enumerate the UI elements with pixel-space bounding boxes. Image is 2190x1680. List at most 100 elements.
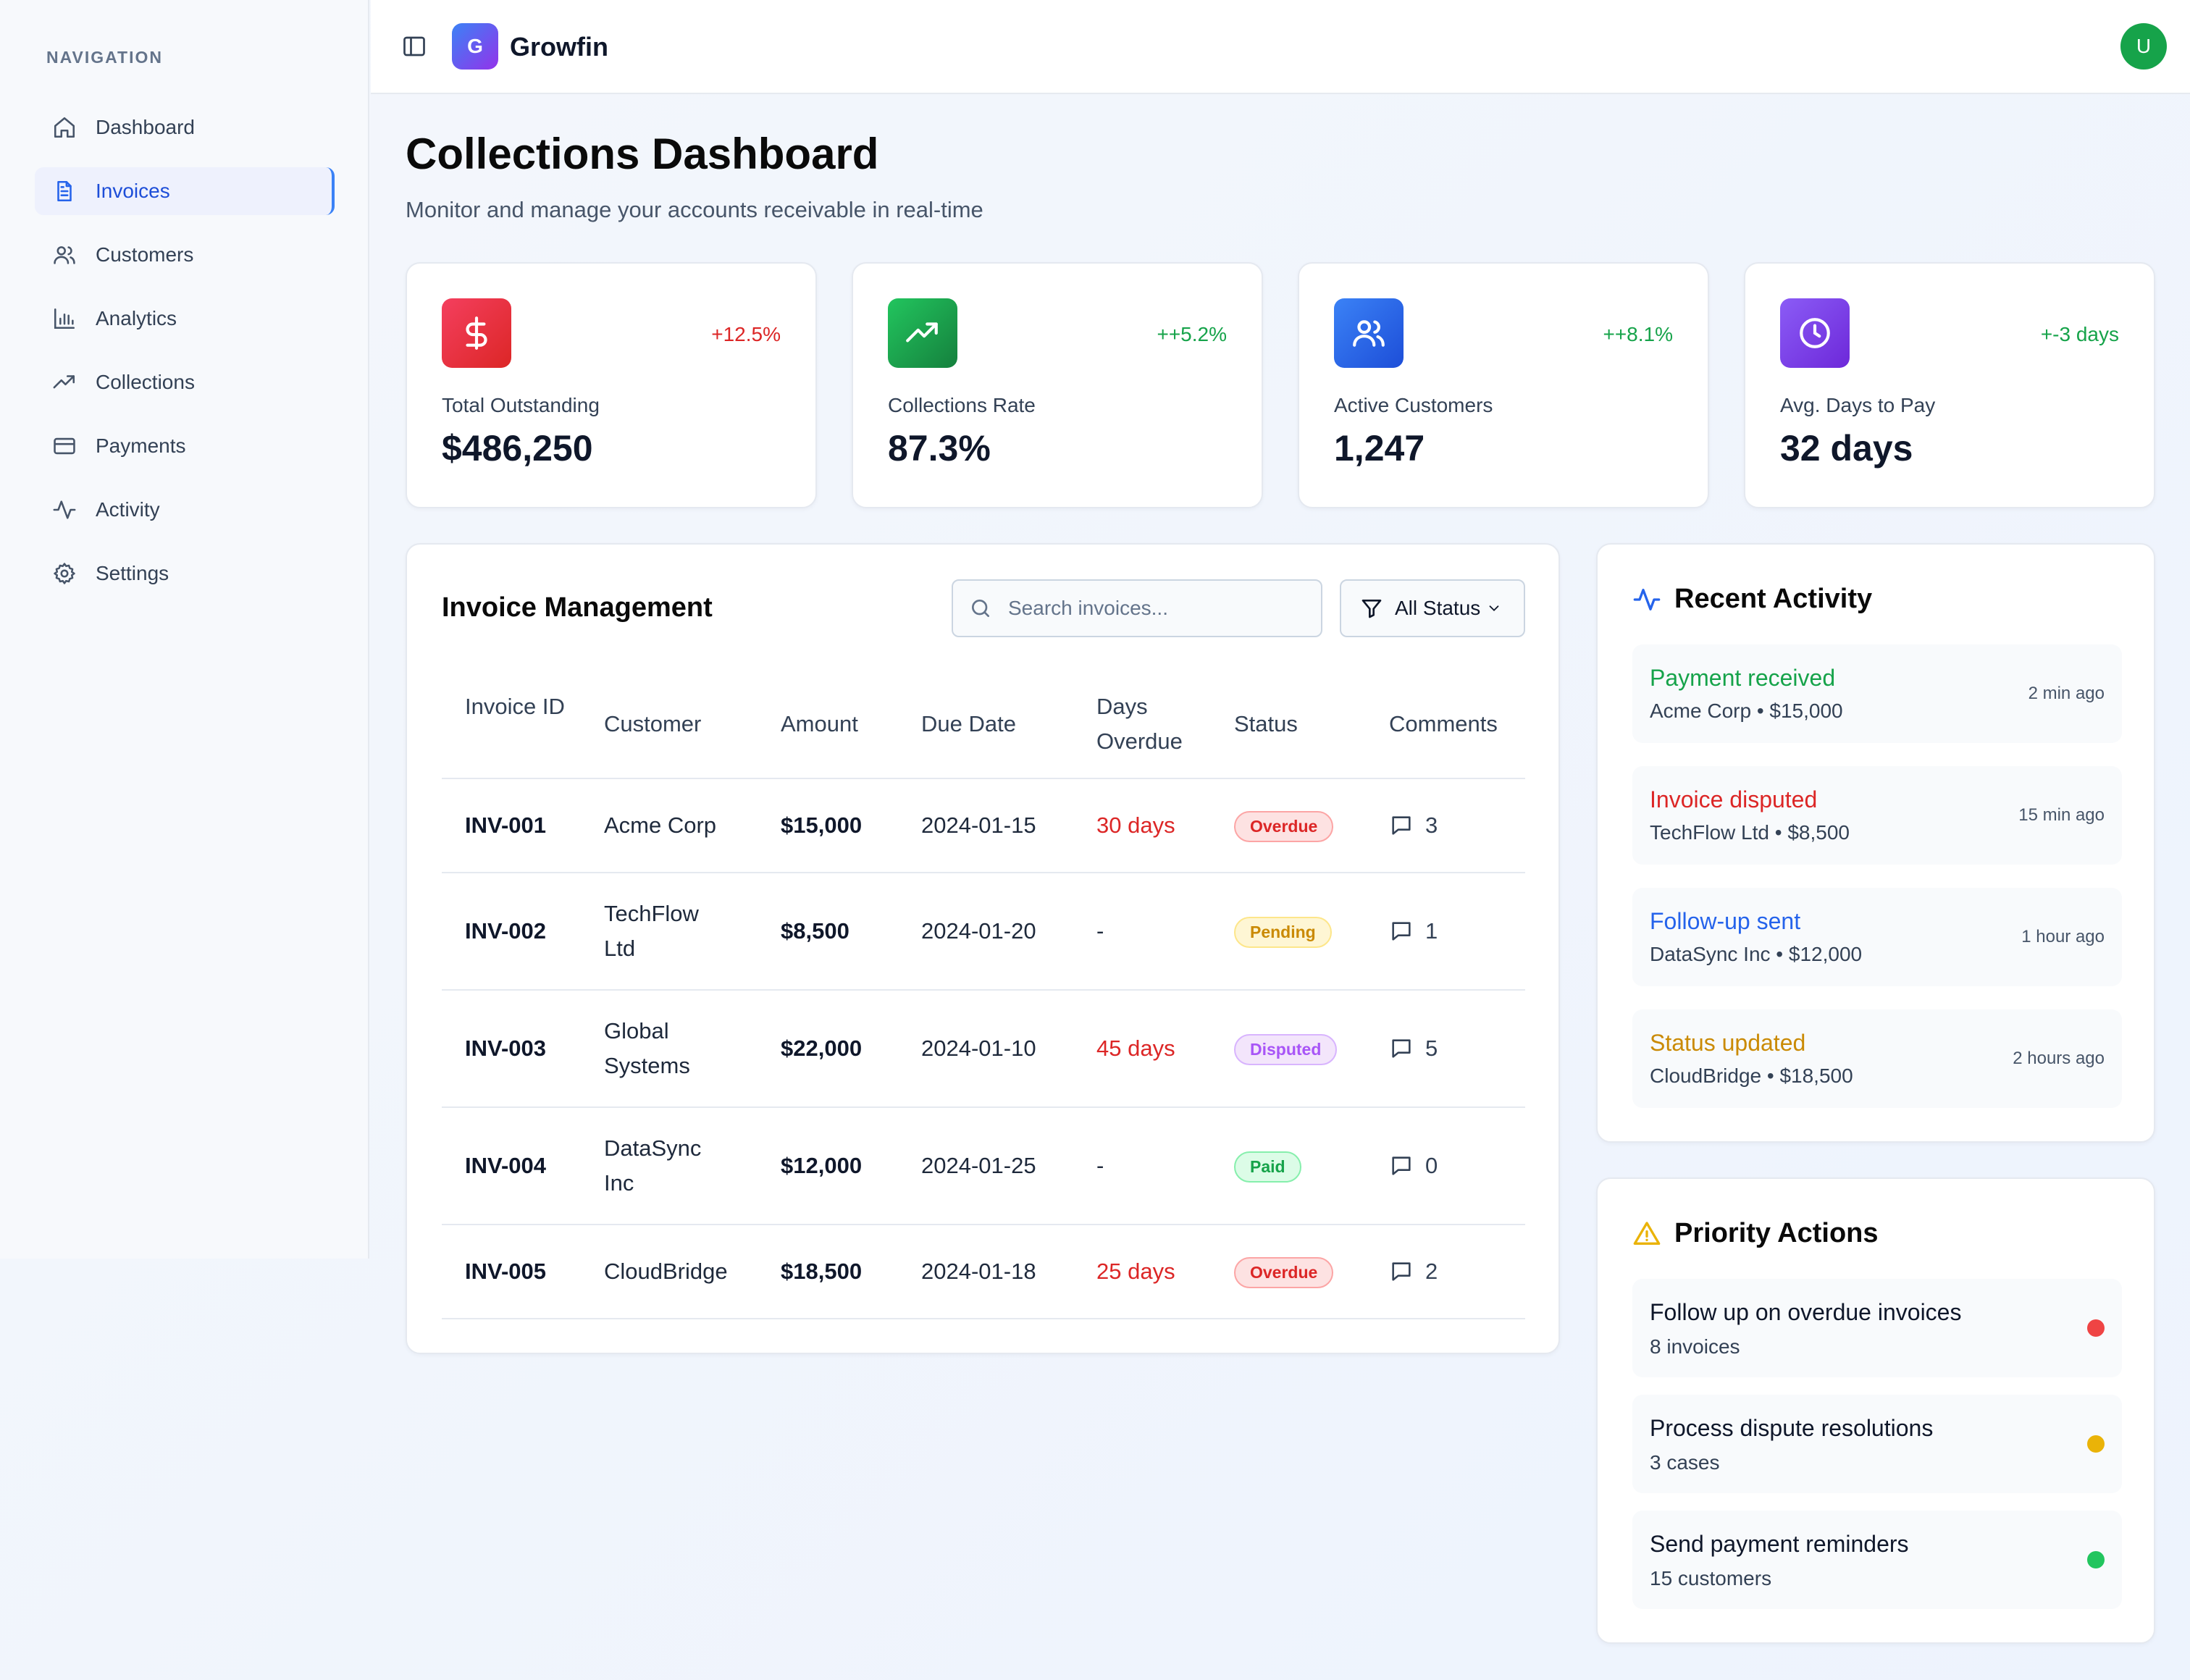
activity-time: 15 min ago xyxy=(2018,805,2105,825)
table-row[interactable]: INV-005 CloudBridge $18,500 2024-01-18 2… xyxy=(442,1225,1525,1318)
app-logo: G xyxy=(452,23,498,70)
sidebar: NAVIGATION Dashboard Invoices Customers … xyxy=(0,0,369,1259)
comment-count: 0 xyxy=(1425,1153,1438,1178)
stat-card-collections-rate: ++5.2% Collections Rate 87.3% xyxy=(852,262,1263,508)
activity-item[interactable]: Follow-up sent DataSync Inc • $12,000 1 … xyxy=(1632,888,2122,986)
priority-item[interactable]: Send payment reminders 15 customers xyxy=(1632,1511,2122,1609)
column-header-status[interactable]: Status xyxy=(1234,707,1298,742)
priority-label: Follow up on overdue invoices xyxy=(1650,1299,1962,1325)
table-row[interactable]: INV-001 Acme Corp $15,000 2024-01-15 30 … xyxy=(442,779,1525,872)
section-title-text: Recent Activity xyxy=(1674,584,1873,614)
section-title: Recent Activity xyxy=(1632,584,1872,615)
due-date: 2024-01-10 xyxy=(921,1036,1036,1061)
users-icon xyxy=(52,243,77,267)
trending-up-icon xyxy=(52,370,77,395)
column-header-due-date[interactable]: Due Date xyxy=(921,707,1016,742)
app-brand: Growfin xyxy=(510,32,608,62)
invoice-id: INV-003 xyxy=(465,1036,547,1061)
section-title: Invoice Management xyxy=(442,592,713,623)
sidebar-item-customers[interactable]: Customers xyxy=(35,231,335,279)
customer-name: DataSync Inc xyxy=(604,1135,702,1196)
sidebar-item-label: Invoices xyxy=(96,180,170,202)
column-header-comments[interactable]: Comments xyxy=(1389,707,1498,742)
activity-time: 2 min ago xyxy=(2028,684,2105,703)
comment-count: 2 xyxy=(1425,1259,1438,1284)
search-icon xyxy=(972,600,989,617)
sidebar-toggle-icon[interactable] xyxy=(401,33,427,59)
priority-item[interactable]: Follow up on overdue invoices 8 invoices xyxy=(1632,1279,2122,1377)
activity-item[interactable]: Invoice disputed TechFlow Ltd • $8,500 1… xyxy=(1632,766,2122,865)
column-header-invoice-id[interactable]: Invoice ID xyxy=(465,689,574,724)
activity-detail: DataSync Inc • $12,000 xyxy=(1650,943,1863,965)
filter-icon xyxy=(1360,597,1383,620)
activity-item[interactable]: Payment received Acme Corp • $15,000 2 m… xyxy=(1632,644,2122,743)
sidebar-item-settings[interactable]: Settings xyxy=(35,550,335,597)
sidebar-item-analytics[interactable]: Analytics xyxy=(35,295,335,343)
column-header-amount[interactable]: Amount xyxy=(781,707,858,742)
status-filter-dropdown[interactable]: All Status xyxy=(1340,579,1525,637)
due-date: 2024-01-15 xyxy=(921,812,1036,838)
stat-change: +-3 days xyxy=(2040,323,2119,345)
customer-name: TechFlow Ltd xyxy=(604,901,699,961)
activity-icon xyxy=(1633,588,1661,610)
table-row[interactable]: INV-003 Global Systems $22,000 2024-01-1… xyxy=(442,991,1525,1106)
activity-label: Follow-up sent xyxy=(1650,908,1801,934)
section-title: Priority Actions xyxy=(1632,1218,1879,1249)
due-date: 2024-01-25 xyxy=(921,1153,1036,1178)
due-date: 2024-01-18 xyxy=(921,1259,1036,1284)
activity-icon xyxy=(52,497,77,522)
file-text-icon xyxy=(52,179,77,203)
stat-label: Avg. Days to Pay xyxy=(1780,394,1936,416)
activity-label: Status updated xyxy=(1650,1030,1806,1056)
stat-value: $486,250 xyxy=(442,428,593,469)
sidebar-item-payments[interactable]: Payments xyxy=(35,422,335,470)
comments-button[interactable]: 5 xyxy=(1389,1031,1438,1066)
stat-card-total-outstanding: +12.5% Total Outstanding $486,250 xyxy=(406,262,817,508)
nav-heading: NAVIGATION xyxy=(46,48,163,67)
home-icon xyxy=(52,115,77,140)
table-row[interactable]: INV-002 TechFlow Ltd $8,500 2024-01-20 -… xyxy=(442,873,1525,989)
trending-up-icon xyxy=(888,298,957,368)
top-bar: G Growfin U xyxy=(371,0,2190,94)
priority-dot xyxy=(2087,1319,2105,1337)
sidebar-item-label: Payments xyxy=(96,434,186,457)
invoice-management-card: Invoice Management Search invoices... Al… xyxy=(406,543,1560,1354)
invoice-amount: $15,000 xyxy=(781,812,863,838)
status-badge: Disputed xyxy=(1234,1034,1338,1065)
table-row[interactable]: INV-004 DataSync Inc $12,000 2024-01-25 … xyxy=(442,1108,1525,1224)
comments-button[interactable]: 3 xyxy=(1389,808,1438,843)
stat-card-active-customers: ++8.1% Active Customers 1,247 xyxy=(1298,262,1709,508)
sidebar-item-dashboard[interactable]: Dashboard xyxy=(35,104,335,151)
stat-label: Total Outstanding xyxy=(442,394,600,416)
avatar[interactable]: U xyxy=(2120,23,2167,70)
comments-button[interactable]: 2 xyxy=(1389,1254,1438,1289)
sidebar-item-activity[interactable]: Activity xyxy=(35,486,335,534)
sidebar-item-collections[interactable]: Collections xyxy=(35,358,335,406)
comments-button[interactable]: 0 xyxy=(1389,1148,1438,1183)
activity-item[interactable]: Status updated CloudBridge • $18,500 2 h… xyxy=(1632,1009,2122,1108)
bar-chart-icon xyxy=(52,306,77,331)
comment-count: 1 xyxy=(1425,918,1438,944)
search-input[interactable]: Search invoices... xyxy=(952,579,1322,637)
activity-time: 1 hour ago xyxy=(2021,927,2105,946)
priority-dot xyxy=(2087,1435,2105,1453)
stat-value: 32 days xyxy=(1780,428,1913,469)
message-icon xyxy=(1392,816,1411,835)
activity-label: Payment received xyxy=(1650,665,1836,691)
status-badge: Overdue xyxy=(1234,811,1334,842)
column-header-days-overdue[interactable]: Days Overdue xyxy=(1096,689,1205,759)
sidebar-item-label: Collections xyxy=(96,371,195,393)
comments-button[interactable]: 1 xyxy=(1389,914,1438,949)
filter-label: All Status xyxy=(1395,597,1481,619)
customer-name: Global Systems xyxy=(604,1018,690,1078)
sidebar-item-invoices[interactable]: Invoices xyxy=(35,167,335,215)
comment-count: 3 xyxy=(1425,812,1438,838)
priority-label: Send payment reminders xyxy=(1650,1531,1909,1557)
customer-name: Acme Corp xyxy=(604,812,717,838)
stat-value: 87.3% xyxy=(888,428,991,469)
priority-label: Process dispute resolutions xyxy=(1650,1415,1934,1441)
days-overdue: 45 days xyxy=(1096,1036,1175,1061)
stat-label: Active Customers xyxy=(1334,394,1493,416)
priority-item[interactable]: Process dispute resolutions 3 cases xyxy=(1632,1395,2122,1493)
column-header-customer[interactable]: Customer xyxy=(604,707,701,742)
